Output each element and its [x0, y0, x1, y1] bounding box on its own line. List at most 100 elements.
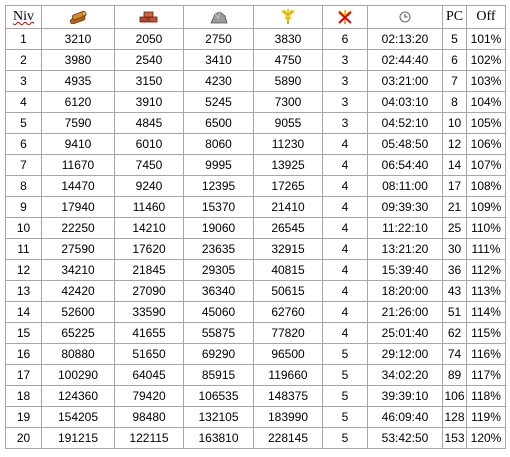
wood-header: [41, 5, 115, 29]
table-row: 15 65225 41655 55875 77820 4 25:01:40 62 115%: [5, 322, 506, 344]
cell-wood: 154205: [41, 406, 115, 428]
table-row: 7 11670 7450 9995 13925 4 06:54:40 14 107%: [5, 154, 506, 176]
cell-off: 120%: [466, 427, 506, 449]
cell-iron: 19060: [183, 217, 254, 239]
cell-upkeep: 5: [322, 385, 368, 407]
cell-time: 39:39:10: [367, 385, 443, 407]
cell-crop: 148375: [253, 385, 323, 407]
cell-niv: 6: [5, 133, 42, 155]
cell-off: 116%: [466, 343, 506, 365]
crop-header: [253, 5, 323, 29]
iron-header: [183, 5, 254, 29]
cell-off: 114%: [466, 301, 506, 323]
cell-wood: 27590: [41, 238, 115, 260]
cell-time: 02:13:20: [367, 28, 443, 50]
cell-time: 29:12:00: [367, 343, 443, 365]
cell-pc: 25: [442, 217, 467, 239]
cell-pc: 17: [442, 175, 467, 197]
level-cost-table: Niv PC Off 1 3210 2050 2750 3830 6 02:13…: [5, 5, 506, 449]
cell-niv: 17: [5, 364, 42, 386]
table-row: 5 7590 4845 6500 9055 3 04:52:10 10 105%: [5, 112, 506, 134]
cell-upkeep: 3: [322, 70, 368, 92]
cell-off: 112%: [466, 259, 506, 281]
cell-niv: 19: [5, 406, 42, 428]
cell-off: 111%: [466, 238, 506, 260]
cell-clay: 2050: [114, 28, 184, 50]
cell-wood: 6120: [41, 91, 115, 113]
cell-niv: 15: [5, 322, 42, 344]
cell-crop: 40815: [253, 259, 323, 281]
cell-upkeep: 4: [322, 301, 368, 323]
cell-time: 18:20:00: [367, 280, 443, 302]
cell-niv: 5: [5, 112, 42, 134]
cell-off: 108%: [466, 175, 506, 197]
cell-upkeep: 5: [322, 406, 368, 428]
cell-niv: 13: [5, 280, 42, 302]
cell-wood: 7590: [41, 112, 115, 134]
cell-iron: 45060: [183, 301, 254, 323]
cell-crop: 77820: [253, 322, 323, 344]
cell-iron: 5245: [183, 91, 254, 113]
cell-pc: 14: [442, 154, 467, 176]
cell-pc: 12: [442, 133, 467, 155]
time-header: [367, 5, 443, 29]
cell-off: 101%: [466, 28, 506, 50]
cell-upkeep: 3: [322, 112, 368, 134]
cell-niv: 12: [5, 259, 42, 281]
pc-header: PC: [442, 5, 467, 29]
cell-upkeep: 4: [322, 217, 368, 239]
cell-pc: 106: [442, 385, 467, 407]
table-row: 2 3980 2540 3410 4750 3 02:44:40 6 102%: [5, 49, 506, 71]
cell-clay: 14210: [114, 217, 184, 239]
cell-upkeep: 5: [322, 364, 368, 386]
cell-crop: 32915: [253, 238, 323, 260]
cell-clay: 122115: [114, 427, 184, 449]
cell-crop: 26545: [253, 217, 323, 239]
cell-crop: 11230: [253, 133, 323, 155]
level-header: Niv: [5, 5, 42, 29]
table-row: 1 3210 2050 2750 3830 6 02:13:20 5 101%: [5, 28, 506, 50]
cell-time: 05:48:50: [367, 133, 443, 155]
cell-time: 15:39:40: [367, 259, 443, 281]
table-row: 19 154205 98480 132105 183990 5 46:09:40 128 119…: [5, 406, 506, 428]
cell-time: 13:21:20: [367, 238, 443, 260]
cell-time: 04:52:10: [367, 112, 443, 134]
cell-crop: 7300: [253, 91, 323, 113]
table-row: 9 17940 11460 15370 21410 4 09:39:30 21 109%: [5, 196, 506, 218]
cell-pc: 62: [442, 322, 467, 344]
cell-upkeep: 6: [322, 28, 368, 50]
cell-time: 34:02:20: [367, 364, 443, 386]
clock-icon: [399, 11, 411, 23]
cell-upkeep: 3: [322, 49, 368, 71]
cell-upkeep: 4: [322, 133, 368, 155]
cell-iron: 23635: [183, 238, 254, 260]
cell-clay: 98480: [114, 406, 184, 428]
cell-clay: 51650: [114, 343, 184, 365]
cell-niv: 4: [5, 91, 42, 113]
table-row: 17 100290 64045 85915 119660 5 34:02:20 89 117%: [5, 364, 506, 386]
cell-clay: 3150: [114, 70, 184, 92]
cell-time: 08:11:00: [367, 175, 443, 197]
cell-iron: 12395: [183, 175, 254, 197]
cell-clay: 27090: [114, 280, 184, 302]
cell-wood: 100290: [41, 364, 115, 386]
cell-off: 115%: [466, 322, 506, 344]
table-row: 11 27590 17620 23635 32915 4 13:21:20 30 111%: [5, 238, 506, 260]
cell-clay: 64045: [114, 364, 184, 386]
cell-off: 113%: [466, 280, 506, 302]
cell-niv: 10: [5, 217, 42, 239]
crop-icon: [281, 8, 295, 24]
cell-crop: 62760: [253, 301, 323, 323]
cell-niv: 9: [5, 196, 42, 218]
cell-time: 25:01:40: [367, 322, 443, 344]
header-row: Niv PC Off: [5, 5, 506, 29]
cell-upkeep: 4: [322, 238, 368, 260]
cell-crop: 17265: [253, 175, 323, 197]
cell-iron: 55875: [183, 322, 254, 344]
cell-off: 107%: [466, 154, 506, 176]
table-row: 16 80880 51650 69290 96500 5 29:12:00 74 116%: [5, 343, 506, 365]
cell-wood: 124360: [41, 385, 115, 407]
cell-clay: 6010: [114, 133, 184, 155]
cell-niv: 1: [5, 28, 42, 50]
cell-time: 53:42:50: [367, 427, 443, 449]
